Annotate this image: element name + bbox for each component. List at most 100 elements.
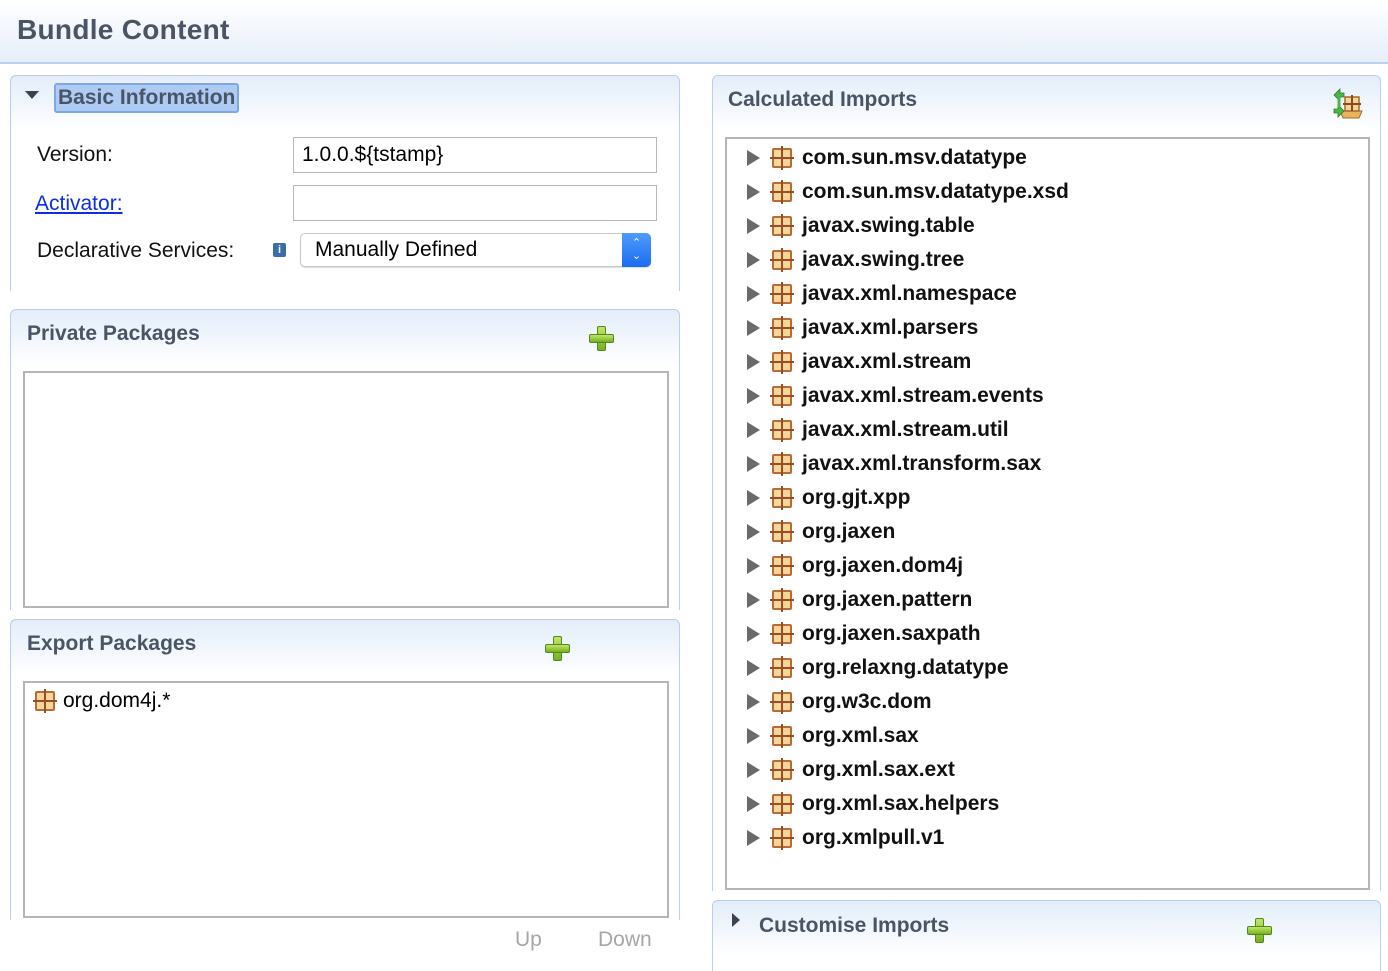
basic-information-title[interactable]: Basic Information bbox=[54, 83, 240, 113]
expand-arrow-icon[interactable] bbox=[747, 320, 760, 336]
tree-item[interactable]: javax.swing.tree bbox=[747, 243, 964, 277]
private-packages-list[interactable] bbox=[23, 371, 669, 608]
tree-item[interactable]: javax.xml.transform.sax bbox=[747, 447, 1041, 481]
up-button[interactable]: Up bbox=[515, 928, 542, 952]
export-package-label: org.dom4j.* bbox=[63, 689, 171, 712]
tree-item-label: org.xml.sax bbox=[802, 724, 919, 747]
expand-arrow-icon[interactable] bbox=[747, 150, 760, 166]
tree-item[interactable]: org.jaxen.pattern bbox=[747, 583, 972, 617]
package-icon bbox=[770, 690, 794, 714]
expand-arrow-icon[interactable] bbox=[747, 286, 760, 302]
tree-item-label: org.gjt.xpp bbox=[802, 486, 911, 509]
tree-item[interactable]: org.gjt.xpp bbox=[747, 481, 911, 515]
tree-item[interactable]: org.jaxen.saxpath bbox=[747, 617, 981, 651]
tree-item-label: org.jaxen.dom4j bbox=[802, 554, 964, 577]
tree-item-label: org.xml.sax.ext bbox=[802, 758, 955, 781]
package-icon bbox=[770, 758, 794, 782]
tree-item-label: org.jaxen.pattern bbox=[802, 588, 973, 611]
add-customise-import-icon[interactable] bbox=[1246, 917, 1272, 943]
tree-item[interactable]: com.sun.msv.datatype bbox=[747, 141, 1027, 175]
add-private-package-icon[interactable] bbox=[588, 325, 614, 351]
version-label: Version: bbox=[37, 143, 113, 166]
package-icon bbox=[770, 520, 794, 544]
tree-item[interactable]: javax.xml.stream bbox=[747, 345, 971, 379]
collapse-twisty-icon[interactable] bbox=[25, 91, 39, 99]
tree-item-label: com.sun.msv.datatype.xsd bbox=[802, 180, 1069, 203]
expand-arrow-icon[interactable] bbox=[747, 184, 760, 200]
info-icon[interactable]: i bbox=[273, 243, 286, 257]
tree-item-label: javax.xml.parsers bbox=[802, 316, 979, 339]
expand-arrow-icon[interactable] bbox=[747, 490, 760, 506]
tree-item[interactable]: javax.xml.stream.events bbox=[747, 379, 1044, 413]
tree-item-label: org.jaxen bbox=[802, 520, 896, 543]
tree-item[interactable]: org.relaxng.datatype bbox=[747, 651, 1009, 685]
expand-arrow-icon[interactable] bbox=[747, 354, 760, 370]
tree-item[interactable]: javax.xml.parsers bbox=[747, 311, 978, 345]
export-packages-list[interactable]: org.dom4j.* bbox=[23, 681, 669, 918]
declarative-services-select[interactable]: Manually Defined ⌃ ⌄ bbox=[300, 233, 651, 267]
expand-arrow-icon[interactable] bbox=[747, 592, 760, 608]
tree-item-label: javax.xml.transform.sax bbox=[802, 452, 1042, 475]
package-icon bbox=[770, 384, 794, 408]
tree-item-label: org.w3c.dom bbox=[802, 690, 932, 713]
expand-arrow-icon[interactable] bbox=[747, 218, 760, 234]
tree-item[interactable]: org.xml.sax bbox=[747, 719, 919, 753]
package-icon bbox=[770, 826, 794, 850]
tree-item[interactable]: javax.swing.table bbox=[747, 209, 975, 243]
tree-item[interactable]: org.xml.sax.ext bbox=[747, 753, 955, 787]
expand-arrow-icon[interactable] bbox=[747, 728, 760, 744]
expand-arrow-icon[interactable] bbox=[747, 456, 760, 472]
customise-imports-title[interactable]: Customise Imports bbox=[759, 914, 949, 938]
expand-arrow-icon[interactable] bbox=[747, 388, 760, 404]
tree-item-label: org.relaxng.datatype bbox=[802, 656, 1009, 679]
tree-item[interactable]: org.jaxen bbox=[747, 515, 895, 549]
add-export-package-icon[interactable] bbox=[544, 635, 570, 661]
package-icon bbox=[770, 214, 794, 238]
tree-item[interactable]: javax.xml.namespace bbox=[747, 277, 1017, 311]
page-header: Bundle Content bbox=[0, 0, 1388, 64]
calculated-imports-tree[interactable]: com.sun.msv.datatype com.sun.msv.datatype… bbox=[725, 137, 1370, 890]
expand-arrow-icon[interactable] bbox=[747, 422, 760, 438]
export-packages-section: Export Packages org.dom4j.* bbox=[10, 619, 680, 920]
tree-item[interactable]: org.jaxen.dom4j bbox=[747, 549, 963, 583]
expand-arrow-icon[interactable] bbox=[747, 524, 760, 540]
tree-item-label: com.sun.msv.datatype bbox=[802, 146, 1027, 169]
private-packages-title: Private Packages bbox=[27, 322, 200, 345]
package-icon bbox=[770, 554, 794, 578]
activator-input[interactable] bbox=[293, 185, 657, 221]
expand-arrow-icon[interactable] bbox=[747, 796, 760, 812]
package-icon bbox=[770, 180, 794, 204]
select-arrows-icon[interactable]: ⌃ ⌄ bbox=[622, 233, 651, 267]
tree-item[interactable]: org.xmlpull.v1 bbox=[747, 821, 944, 855]
package-icon bbox=[770, 588, 794, 612]
package-icon bbox=[770, 486, 794, 510]
tree-item[interactable]: com.sun.msv.datatype.xsd bbox=[747, 175, 1069, 209]
expand-arrow-icon[interactable] bbox=[747, 830, 760, 846]
expand-arrow-icon[interactable] bbox=[747, 626, 760, 642]
expand-twisty-icon[interactable] bbox=[732, 913, 740, 927]
calculated-imports-section: Calculated Imports com.sun.msv.datatype c… bbox=[712, 75, 1381, 891]
expand-arrow-icon[interactable] bbox=[747, 762, 760, 778]
package-icon bbox=[770, 656, 794, 680]
tree-item-label: javax.xml.stream bbox=[802, 350, 972, 373]
expand-arrow-icon[interactable] bbox=[747, 694, 760, 710]
version-input[interactable] bbox=[293, 137, 657, 173]
tree-item-label: org.xmlpull.v1 bbox=[802, 826, 945, 849]
tree-item[interactable]: javax.xml.stream.util bbox=[747, 413, 1009, 447]
down-button[interactable]: Down bbox=[598, 928, 652, 952]
activator-link[interactable]: Activator: bbox=[35, 192, 123, 216]
list-item[interactable]: org.dom4j.* bbox=[33, 687, 171, 715]
export-packages-title: Export Packages bbox=[27, 632, 197, 655]
package-icon bbox=[770, 622, 794, 646]
tree-item-label: javax.xml.namespace bbox=[802, 282, 1017, 305]
tree-item[interactable]: org.xml.sax.helpers bbox=[747, 787, 999, 821]
package-icon bbox=[33, 689, 57, 713]
tree-item[interactable]: org.w3c.dom bbox=[747, 685, 932, 719]
page-title: Bundle Content bbox=[17, 14, 230, 45]
expand-arrow-icon[interactable] bbox=[747, 252, 760, 268]
recalculate-imports-icon[interactable] bbox=[1332, 85, 1366, 119]
tree-item-label: javax.xml.stream.events bbox=[802, 384, 1044, 407]
tree-item-label: org.jaxen.saxpath bbox=[802, 622, 981, 645]
expand-arrow-icon[interactable] bbox=[747, 558, 760, 574]
expand-arrow-icon[interactable] bbox=[747, 660, 760, 676]
